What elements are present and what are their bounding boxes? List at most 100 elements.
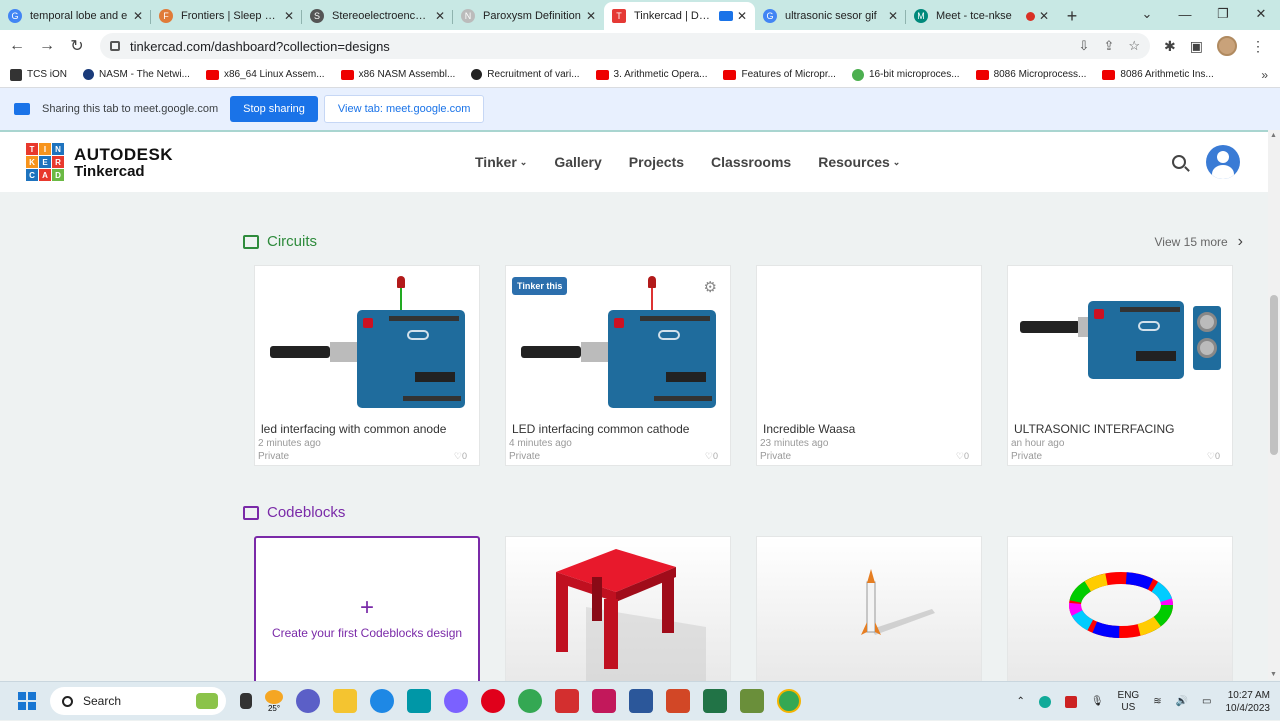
user-avatar[interactable] <box>1206 145 1240 179</box>
copilot-icon[interactable] <box>444 689 468 713</box>
tab-search-icon[interactable]: ⌄ <box>1128 0 1166 28</box>
bookmark-item[interactable]: 8086 Microprocess... <box>975 69 1086 80</box>
close-icon[interactable]: ✕ <box>435 9 445 23</box>
url-input[interactable]: tinkercad.com/dashboard?collection=desig… <box>100 33 1150 59</box>
codeblocks-design-card[interactable] <box>1007 536 1233 686</box>
view-more-link[interactable]: View 15 more › <box>1155 233 1243 251</box>
bookmark-star-icon[interactable]: ☆ <box>1128 38 1140 54</box>
bookmark-item[interactable]: TCS iON <box>10 68 67 81</box>
codeblocks-design-card[interactable] <box>756 536 982 686</box>
more-bookmarks-icon[interactable]: » <box>1261 68 1268 82</box>
like-button[interactable]: ♡0 <box>454 451 467 462</box>
page-scrollbar[interactable]: ▲ ▼ <box>1268 130 1280 680</box>
battery-icon[interactable]: ▭ <box>1202 696 1211 707</box>
design-card[interactable]: Incredible Waasa 23 minutes ago Private … <box>756 265 982 466</box>
bookmark-item[interactable]: 3. Arithmetic Opera... <box>595 69 707 80</box>
ultrasonic-sensor-image <box>1193 306 1221 370</box>
close-window-button[interactable]: ✕ <box>1242 0 1280 28</box>
volume-icon[interactable]: 🔊 <box>1176 696 1188 707</box>
app-icon[interactable] <box>407 689 431 713</box>
close-icon[interactable]: ✕ <box>737 9 747 23</box>
create-codeblocks-card[interactable]: + Create your first Codeblocks design <box>254 536 480 686</box>
new-tab-button[interactable]: + <box>1057 2 1087 30</box>
chrome-profile-icon[interactable] <box>777 689 801 713</box>
nav-tinker[interactable]: Tinker ⌄ <box>475 154 527 170</box>
tab-0[interactable]: Gtemporal lobe and e ✕ <box>0 2 151 30</box>
excel-icon[interactable] <box>703 689 727 713</box>
tinkercad-logo[interactable]: T I N K E R C A D <box>26 143 64 181</box>
app-icon[interactable] <box>592 689 616 713</box>
chat-icon[interactable] <box>296 689 320 713</box>
language-indicator[interactable]: ENG US <box>1118 690 1140 714</box>
windows-start-icon[interactable] <box>18 692 36 710</box>
security-icon[interactable] <box>1038 695 1051 708</box>
close-icon[interactable]: ✕ <box>1039 9 1049 23</box>
view-tab-button[interactable]: View tab: meet.google.com <box>323 95 485 123</box>
tab-3[interactable]: N Paroxysm Definition ✕ <box>453 2 604 30</box>
tinker-this-button[interactable]: Tinker this <box>512 277 568 295</box>
search-icon[interactable] <box>1172 155 1186 169</box>
tab-5[interactable]: Gultrasonic sesor gif ✕ <box>755 2 906 30</box>
gear-icon[interactable]: ⚙ <box>704 278 717 296</box>
photos-icon[interactable] <box>740 689 764 713</box>
reload-button[interactable]: ↻ <box>64 33 90 59</box>
back-button[interactable]: ← <box>4 33 30 59</box>
bookmark-item[interactable]: 16-bit microproces... <box>851 68 960 81</box>
bookmark-item[interactable]: Recruitment of vari... <box>471 69 580 80</box>
edge-icon[interactable] <box>370 689 394 713</box>
word-icon[interactable] <box>629 689 653 713</box>
design-card[interactable]: Tinker this ⚙ LED interfacing common cat… <box>505 265 731 466</box>
card-time: 23 minutes ago <box>760 438 829 449</box>
more-menu-icon[interactable]: ⋮ <box>1251 38 1265 55</box>
tab-2[interactable]: S Stereoelectroenceph ✕ <box>302 2 453 30</box>
weather-widget[interactable]: 25° <box>265 689 283 713</box>
close-icon[interactable]: ✕ <box>888 9 898 23</box>
like-button[interactable]: ♡0 <box>956 451 969 462</box>
scrollbar-thumb[interactable] <box>1270 295 1278 455</box>
powerpoint-icon[interactable] <box>666 689 690 713</box>
bookmark-item[interactable]: 8086 Arithmetic Ins... <box>1102 69 1214 80</box>
lock-icon <box>110 41 120 51</box>
bookmark-item[interactable]: NASM - The Netwi... <box>83 69 190 80</box>
nav-projects[interactable]: Projects <box>629 154 684 170</box>
sidepanel-icon[interactable]: ▣ <box>1190 38 1203 55</box>
close-icon[interactable]: ✕ <box>133 9 143 23</box>
tab-1[interactable]: F Frontiers | Sleep and ✕ <box>151 2 302 30</box>
install-icon[interactable]: ⇩ <box>1079 38 1090 54</box>
design-card[interactable]: led interfacing with common anode 2 minu… <box>254 265 480 466</box>
chrome-icon[interactable] <box>518 689 542 713</box>
close-icon[interactable]: ✕ <box>586 9 596 23</box>
wifi-icon[interactable]: ≋ <box>1153 696 1161 707</box>
app-tray-icon[interactable] <box>1064 695 1077 708</box>
tab-6[interactable]: M Meet - tce-nkse ✕ <box>906 2 1057 30</box>
forward-button[interactable]: → <box>34 33 60 59</box>
bookmark-item[interactable]: x86 NASM Assembl... <box>340 69 455 80</box>
tab-4-active[interactable]: T Tinkercad | Dash ✕ <box>604 2 755 30</box>
taskbar-search[interactable]: Search <box>50 687 226 715</box>
maximize-button[interactable]: ❐ <box>1204 0 1242 28</box>
extensions-icon[interactable]: ✱ <box>1164 38 1176 55</box>
clock[interactable]: 10:27 AM 10/4/2023 <box>1226 689 1271 715</box>
stop-sharing-button[interactable]: Stop sharing <box>230 96 318 122</box>
acrobat-icon[interactable] <box>555 689 579 713</box>
file-explorer-icon[interactable] <box>333 689 357 713</box>
close-icon[interactable]: ✕ <box>284 9 294 23</box>
design-card[interactable]: ULTRASONIC INTERFACING an hour ago Priva… <box>1007 265 1233 466</box>
like-button[interactable]: ♡0 <box>705 451 718 462</box>
task-view-icon[interactable] <box>240 693 252 709</box>
microphone-icon[interactable]: 🎙 <box>1091 696 1104 707</box>
chevron-down-icon: ⌄ <box>892 156 901 167</box>
opera-icon[interactable] <box>481 689 505 713</box>
brand-name[interactable]: AUTODESK Tinkercad <box>74 146 173 179</box>
profile-avatar[interactable] <box>1216 36 1237 56</box>
bookmark-item[interactable]: Features of Micropr... <box>723 69 836 80</box>
nav-gallery[interactable]: Gallery <box>554 154 601 170</box>
minimize-button[interactable]: — <box>1166 0 1204 28</box>
codeblocks-design-card[interactable] <box>505 536 731 686</box>
chevron-up-icon[interactable]: ⌃ <box>1016 696 1024 707</box>
nav-classrooms[interactable]: Classrooms <box>711 154 791 170</box>
share-icon[interactable]: ⇪ <box>1103 38 1114 54</box>
like-button[interactable]: ♡0 <box>1207 451 1220 462</box>
bookmark-item[interactable]: x86_64 Linux Assem... <box>205 69 325 80</box>
nav-resources[interactable]: Resources ⌄ <box>818 154 900 170</box>
